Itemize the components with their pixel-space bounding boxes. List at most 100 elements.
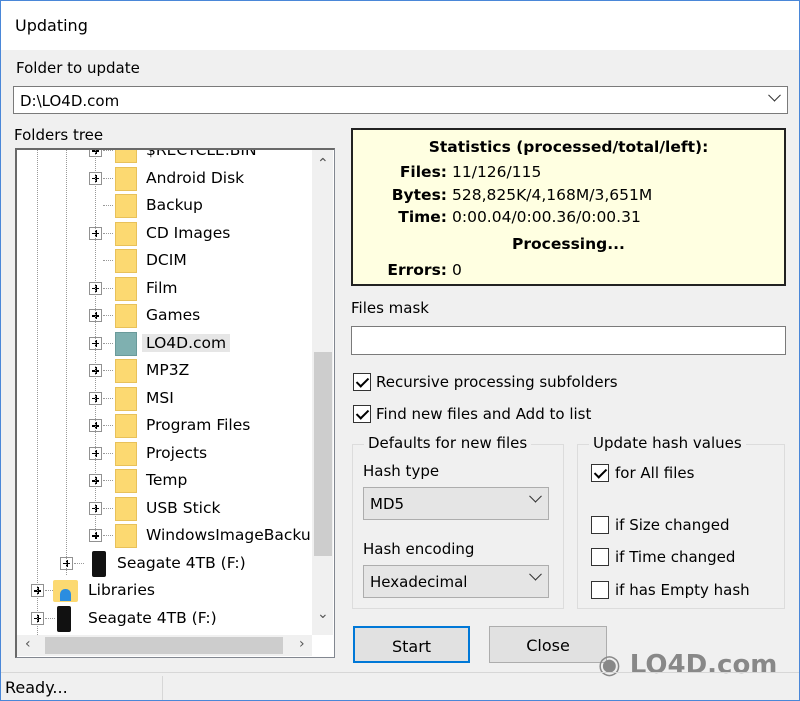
tree-item-label: Libraries xyxy=(88,581,155,599)
hash-encoding-select[interactable]: Hexadecimal xyxy=(363,565,549,598)
tree-item[interactable]: CD Images xyxy=(17,220,312,247)
tree-connector xyxy=(103,177,113,179)
statistics-panel: Statistics (processed/total/left): Files… xyxy=(351,128,786,286)
files-mask-input[interactable] xyxy=(351,326,786,355)
tree-item[interactable]: Libraries xyxy=(17,577,312,604)
tree-item[interactable]: WindowsImageBackup xyxy=(17,522,321,549)
tree-connector xyxy=(103,315,113,316)
tree-connector xyxy=(103,452,113,454)
tree-connector xyxy=(103,370,113,371)
time-changed-checkbox[interactable] xyxy=(591,548,609,566)
start-button[interactable]: Start xyxy=(353,626,470,663)
window-title: Updating xyxy=(15,16,88,35)
recursive-label: Recursive processing subfolders xyxy=(376,373,618,391)
scroll-up-icon[interactable]: ⌃ xyxy=(317,156,329,172)
tree-connector xyxy=(74,562,84,564)
tree-item-label: USB Stick xyxy=(146,498,221,517)
folder-icon xyxy=(115,386,137,411)
tree-item[interactable]: LO4D.com xyxy=(17,330,312,357)
tree-item[interactable]: Android Disk xyxy=(17,165,312,192)
folder-icon xyxy=(115,150,137,163)
tree-item[interactable]: Program Files xyxy=(17,412,312,439)
tree-item[interactable]: Temp xyxy=(17,467,312,494)
tree-item[interactable]: Backup xyxy=(17,192,312,219)
tree-line xyxy=(66,150,67,575)
recursive-checkbox[interactable] xyxy=(353,373,371,391)
tree-item-label: Temp xyxy=(146,471,188,489)
files-label: Files: xyxy=(399,163,447,181)
folder-icon xyxy=(115,331,137,356)
title-bar: Updating xyxy=(0,0,800,50)
chevron-down-icon xyxy=(529,567,542,581)
tree-connector xyxy=(103,205,113,206)
folder-label: Folder to update xyxy=(16,59,140,77)
tree-item[interactable]: Projects xyxy=(17,440,312,467)
horizontal-scroll-thumb[interactable] xyxy=(45,637,283,654)
tree-item-label: $RECYCLE.BIN xyxy=(146,148,257,159)
tree-item[interactable]: Seagate 4TB (F:) xyxy=(17,550,312,577)
scroll-left-icon[interactable]: ‹ xyxy=(25,636,31,652)
hash-type-value: MD5 xyxy=(370,495,405,513)
chevron-down-icon[interactable] xyxy=(768,88,781,102)
scroll-right-icon[interactable]: › xyxy=(299,636,305,652)
files-mask-label: Files mask xyxy=(351,299,429,317)
find-new-checkbox[interactable] xyxy=(353,405,371,423)
tree-item[interactable]: MP3Z xyxy=(17,357,312,384)
tree-item[interactable]: MSI xyxy=(17,385,312,412)
tree-connector xyxy=(103,150,113,151)
all-files-checkbox[interactable] xyxy=(591,464,609,482)
tree-item-label: MP3Z xyxy=(146,361,190,379)
tree-line xyxy=(37,150,38,635)
folder-icon xyxy=(115,469,137,493)
tree-item[interactable]: DCIM xyxy=(17,247,312,274)
hash-type-select[interactable]: MD5 xyxy=(363,487,549,520)
time-label: Time: xyxy=(398,208,447,226)
tree-connector xyxy=(103,232,113,234)
folder-icon xyxy=(115,166,137,191)
folders-tree-label: Folders tree xyxy=(14,126,104,144)
tree-item[interactable]: Seagate 4TB (F:) xyxy=(17,605,312,632)
bytes-value: 528,825K/4,168M/3,651M xyxy=(452,186,653,204)
tree-item-label: LO4D.com xyxy=(142,333,231,352)
tree-connector xyxy=(103,425,113,426)
folder-combo[interactable]: D:\LO4D.com xyxy=(13,86,788,114)
status-divider xyxy=(162,676,163,700)
status-bar: Ready... xyxy=(0,672,800,701)
tree-connector xyxy=(103,507,113,509)
tree-item-label: Android Disk xyxy=(146,168,245,187)
errors-value: 0 xyxy=(452,261,462,279)
tree-item-label: Seagate 4TB (F:) xyxy=(88,608,217,627)
tree-item[interactable]: USB Stick xyxy=(17,495,312,522)
processing-state: Processing... xyxy=(512,235,625,253)
tree-item-label: CD Images xyxy=(146,223,231,242)
empty-hash-label: if has Empty hash xyxy=(615,581,750,599)
tree-item-label: WindowsImageBackup xyxy=(146,526,321,544)
close-button[interactable]: Close xyxy=(489,626,607,663)
folder-icon xyxy=(115,414,137,438)
tree-connector xyxy=(45,617,55,619)
folder-value: D:\LO4D.com xyxy=(20,92,120,110)
folder-icon xyxy=(115,441,137,466)
files-value: 11/126/115 xyxy=(452,163,542,181)
folder-icon xyxy=(115,194,137,218)
hash-encoding-value: Hexadecimal xyxy=(370,573,468,591)
drive-icon xyxy=(92,550,106,577)
tree-item[interactable]: Film xyxy=(17,275,312,302)
scroll-down-icon[interactable]: ⌄ xyxy=(317,606,329,622)
folder-icon xyxy=(115,249,137,273)
folders-tree[interactable]: $RECYCLE.BIN Android Disk Backup CD Images D… xyxy=(15,148,335,658)
size-changed-checkbox[interactable] xyxy=(591,516,609,534)
tree-item-label: Seagate 4TB (F:) xyxy=(117,553,246,572)
tree-connector xyxy=(103,397,113,399)
tree-connector xyxy=(103,287,113,289)
tree-item[interactable]: Games xyxy=(17,302,312,329)
status-text: Ready... xyxy=(5,678,68,697)
empty-hash-checkbox[interactable] xyxy=(591,581,609,599)
libraries-icon xyxy=(53,580,78,602)
tree-item[interactable]: $RECYCLE.BIN xyxy=(17,148,312,164)
tree-item-label: Games xyxy=(146,306,201,324)
time-changed-label: if Time changed xyxy=(615,548,736,566)
tree-connector xyxy=(103,342,113,344)
chevron-down-icon xyxy=(529,489,542,503)
vertical-scroll-thumb[interactable] xyxy=(314,352,332,556)
